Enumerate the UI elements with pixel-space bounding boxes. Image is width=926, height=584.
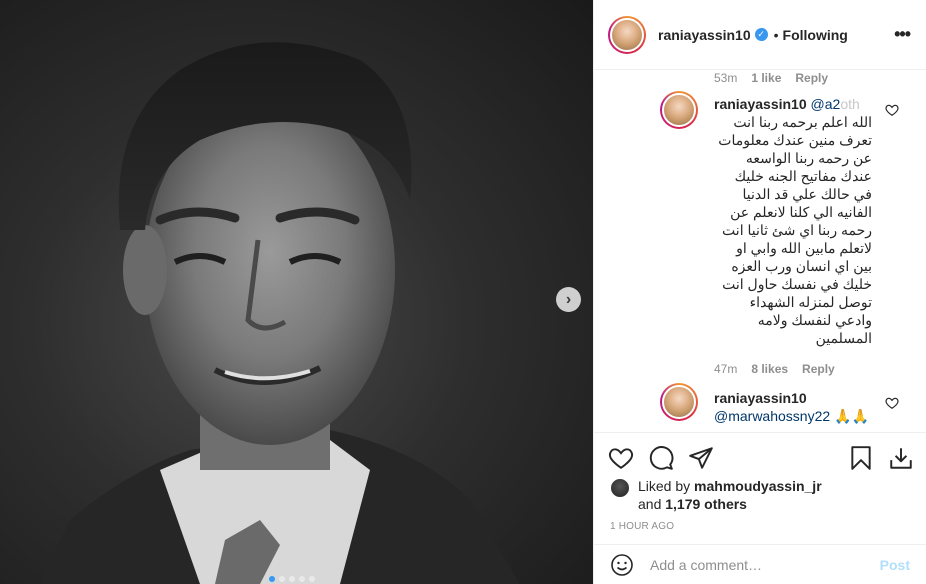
likes-prefix: Liked by <box>638 478 695 494</box>
comment-text-line: في حالك علي قد الدنيا <box>742 186 873 202</box>
comment-avatar[interactable] <box>660 91 698 129</box>
likes-text: Liked by mahmoudyassin_jr and 1,179 othe… <box>638 477 848 513</box>
comment-text-line: المسلمين <box>815 330 872 346</box>
comment-icon[interactable] <box>648 445 674 471</box>
comment-text-line: عندك مفاتيح الجنه خليك <box>734 168 872 184</box>
share-icon[interactable] <box>688 445 714 471</box>
comment-mention-faded: oth <box>840 96 860 112</box>
comment-text-line: رحمه ربنا اي شئ ثانيا انت <box>722 222 872 238</box>
comment-text: الله اعلم برحمه ربنا انت تعرف منين عندك م… <box>714 113 872 347</box>
post-media[interactable]: › <box>0 0 593 584</box>
heart-icon[interactable] <box>885 103 899 117</box>
next-slide-button[interactable]: › <box>556 287 581 312</box>
author-username[interactable]: rania​yassin10 <box>658 27 751 43</box>
author-avatar[interactable] <box>608 15 646 54</box>
comment-input[interactable] <box>650 556 870 573</box>
comment-text-line: تعرف منين عندك معلومات <box>718 132 872 148</box>
comment-text-line: وادعي لنفسك ولامه <box>757 312 872 328</box>
likes-joiner: and <box>638 496 662 512</box>
comment-avatar[interactable] <box>660 383 698 421</box>
comment-time: 53m <box>714 71 738 85</box>
comment-item: raniayassin10 @marwahossny22 🙏🙏 <box>714 389 884 425</box>
comment-text-line: الفانيه الي كلنا لانعلم عن <box>730 204 872 220</box>
likes-summary: Liked by mahmoudyassin_jr and 1,179 othe… <box>610 477 848 513</box>
comment-likes[interactable]: 1 like <box>751 71 781 85</box>
comment-time: 47m <box>714 362 738 376</box>
comment-mention[interactable]: @marwahossny22 <box>714 408 830 424</box>
reply-button[interactable]: Reply <box>795 71 828 85</box>
comment-text-line: لاتعلم مابين الله وابي او <box>736 240 872 256</box>
post-comment-button[interactable]: Post <box>880 557 910 573</box>
slide-dot <box>289 576 295 582</box>
add-comment-bar: Post <box>594 544 926 584</box>
comment-text-line: خليك في نفسك حاول انت <box>722 276 872 292</box>
separator-dot: • <box>773 26 779 43</box>
comment-likes[interactable]: 8 likes <box>751 362 788 376</box>
chevron-right-icon: › <box>565 290 572 308</box>
reply-button[interactable]: Reply <box>802 362 835 376</box>
slide-dot <box>279 576 285 582</box>
slide-dot <box>299 576 305 582</box>
verified-badge-icon: ✓ <box>754 28 768 41</box>
download-icon[interactable] <box>888 445 914 471</box>
slide-indicator <box>269 576 315 582</box>
following-button[interactable]: Following <box>783 27 848 43</box>
action-bar <box>594 432 926 480</box>
comment-emoji: 🙏🙏 <box>834 408 869 424</box>
comment-meta: 47m 8 likes Reply <box>714 362 835 376</box>
comment-text-line: الله اعلم برحمه ربنا انت <box>733 114 872 130</box>
heart-icon[interactable] <box>885 396 899 410</box>
slide-dot-active <box>269 576 275 582</box>
smiley-icon[interactable] <box>610 553 634 577</box>
post-timestamp: 1 HOUR AGO <box>610 521 675 532</box>
comment-meta: 53m 1 like Reply <box>714 71 828 85</box>
comments-list[interactable]: 53m 1 like Reply raniayassin10 @a2oth ال… <box>594 71 926 431</box>
comment-mention[interactable]: @a2 <box>811 96 841 112</box>
comment-item: raniayassin10 @a2oth الله اعلم برحمه ربن… <box>714 95 884 347</box>
comment-username[interactable]: raniayassin10 <box>714 390 807 406</box>
liker-username[interactable]: mahmoudyassin_jr <box>694 478 822 494</box>
slide-dot <box>309 576 315 582</box>
comment-text-line: عن رحمه ربنا الواسعه <box>745 150 872 166</box>
likes-others-link[interactable]: 1,179 others <box>665 496 747 512</box>
liker-avatar[interactable] <box>610 478 630 498</box>
comment-text-line: توصل لمنزله الشهداء <box>749 294 872 310</box>
comment-text-line: بين اي انسان ورب العزه <box>731 258 872 274</box>
more-horizontal-icon[interactable]: ••• <box>894 24 911 45</box>
post-photo <box>40 42 520 584</box>
heart-icon[interactable] <box>608 445 634 471</box>
post-sidebar: rania​yassin10 ✓ • Following ••• 53m 1 l… <box>593 0 926 584</box>
save-icon[interactable] <box>848 445 874 471</box>
comment-username[interactable]: raniayassin10 <box>714 96 807 112</box>
post-header: rania​yassin10 ✓ • Following ••• <box>594 0 926 70</box>
